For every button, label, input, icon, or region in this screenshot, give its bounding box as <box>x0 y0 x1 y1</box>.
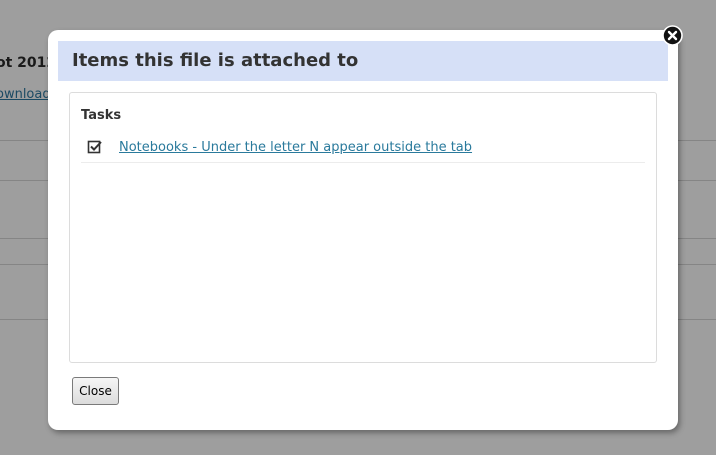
background-download-link: ownload <box>0 87 51 102</box>
close-x-circle-icon[interactable] <box>662 25 683 46</box>
close-button[interactable]: Close <box>72 377 119 405</box>
attached-items-panel: Tasks Notebooks - Under the letter N app… <box>69 92 657 363</box>
task-list-item: Notebooks - Under the letter N appear ou… <box>81 133 645 163</box>
dialog-title: Items this file is attached to <box>72 50 359 71</box>
tasks-section-title: Tasks <box>81 108 122 123</box>
dialog-header: Items this file is attached to <box>58 41 668 81</box>
dialog-body: Tasks Notebooks - Under the letter N app… <box>58 81 668 419</box>
attached-items-dialog: Items this file is attached to Tasks Not… <box>48 30 678 430</box>
task-link[interactable]: Notebooks - Under the letter N appear ou… <box>119 140 472 155</box>
checkbox-checked-icon <box>87 140 102 154</box>
